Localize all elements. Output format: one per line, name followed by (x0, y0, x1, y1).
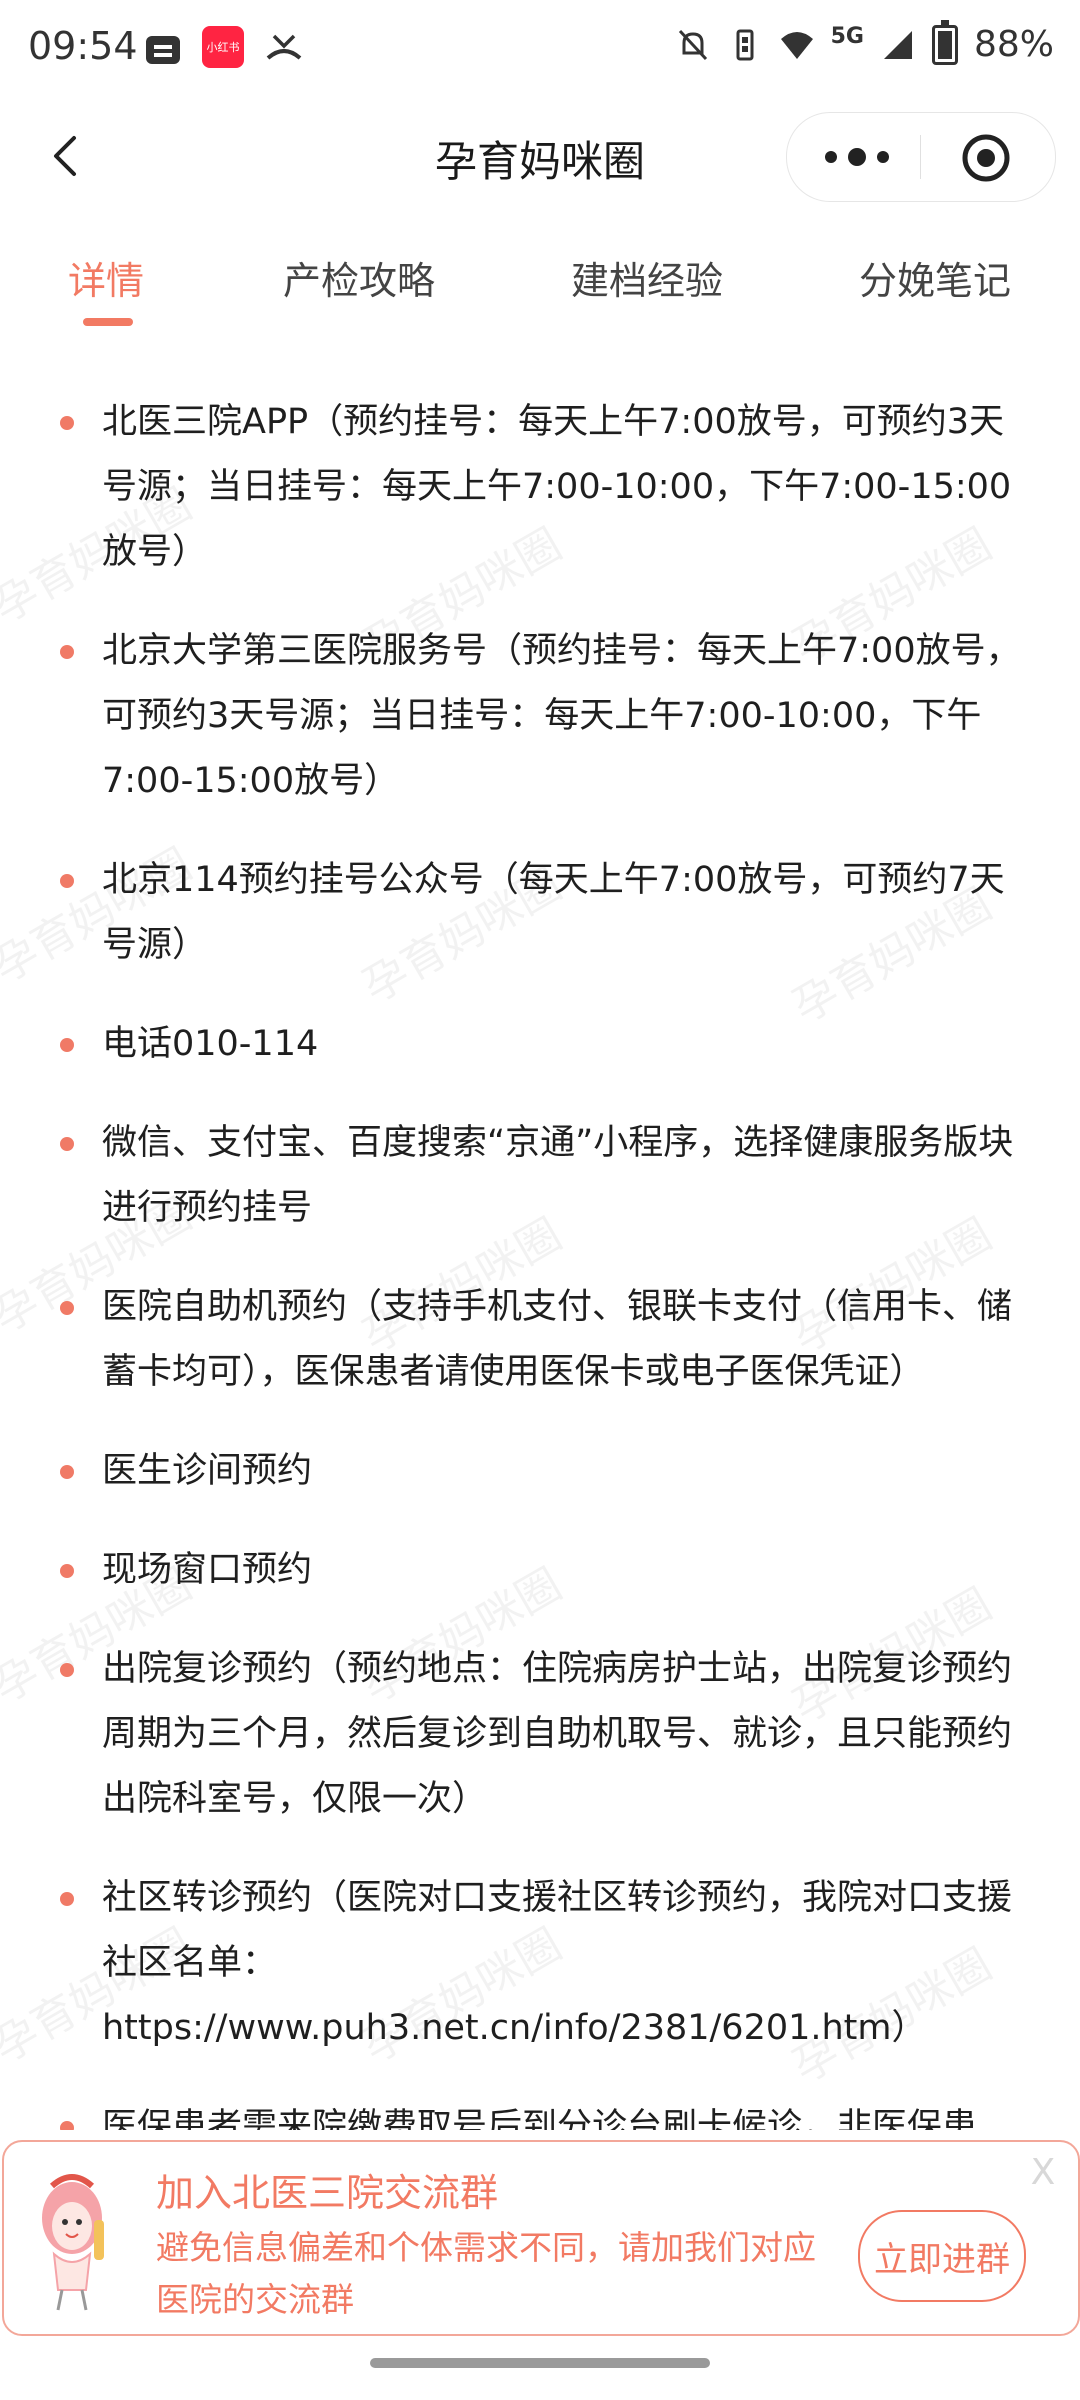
tab-bar: 详情 产检攻略 建档经验 分娩笔记 (0, 250, 1080, 330)
banner-description: 避免信息偏差和个体需求不同，请加我们对应医院的交流群 (156, 2228, 816, 2319)
xiaohongshu-app-icon: 小红书 (202, 26, 244, 68)
list-item: 电话010-114 (60, 1012, 1022, 1077)
message-notification-icon (146, 36, 180, 64)
join-group-banner: 加入北医三院交流群 避免信息偏差和个体需求不同，请加我们对应医院的交流群 立即进… (2, 2140, 1080, 2336)
list-item: 北京大学第三医院服务号（预约挂号：每天上午7:00放号，可预约3天号源；当日挂号… (60, 619, 1022, 814)
list-item: 医院自助机预约（支持手机支付、银联卡支付（信用卡、储蓄卡均可），医保患者请使用医… (60, 1275, 1022, 1405)
mini-program-navbar: 孕育妈咪圈 (0, 100, 1080, 210)
status-right-group: 5G 88% (675, 19, 1054, 65)
vibrate-icon (736, 29, 754, 60)
status-bar: 09:54 小红书 5G 88% (0, 0, 1080, 100)
battery-percent: 88% (973, 24, 1054, 65)
bell-muted-icon (678, 29, 707, 60)
appointment-methods-list: 北医三院APP（预约挂号：每天上午7:00放号，可预约3天号源；当日挂号：每天上… (0, 390, 1080, 2130)
mascot-icon (42, 2174, 104, 2311)
list-item: 出院复诊预约（预约地点：住院病房护士站，出院复诊预约周期为三个月，然后复诊到自助… (60, 1637, 1022, 1832)
capsule-divider (920, 135, 921, 179)
list-item: 微信、支付宝、百度搜索“京通”小程序，选择健康服务版块进行预约挂号 (60, 1111, 1022, 1241)
home-indicator[interactable] (370, 2358, 710, 2368)
list-item: 北医三院APP（预约挂号：每天上午7:00放号，可预约3天号源；当日挂号：每天上… (60, 390, 1022, 585)
mini-program-capsule (786, 112, 1056, 202)
tab-details[interactable]: 详情 (68, 250, 144, 305)
more-options-icon[interactable] (817, 133, 897, 181)
list-item: 现场窗口预约 (60, 1538, 1022, 1603)
signal-icon (883, 30, 912, 59)
list-item: 北京114预约挂号公众号（每天上午7:00放号，可预约7天号源） (60, 848, 1022, 978)
missed-call-icon (266, 34, 302, 60)
tab-registration-experience[interactable]: 建档经验 (571, 250, 723, 305)
network-type-label: 5G (830, 24, 864, 49)
list-item: 医生诊间预约 (60, 1439, 1022, 1504)
tab-delivery-notes[interactable]: 分娩笔记 (859, 250, 1011, 305)
list-item: 社区转诊预约（医院对口支援社区转诊预约，我院对口支援社区名单：https://w… (60, 1866, 1022, 2061)
close-mini-program-icon[interactable] (959, 131, 1013, 185)
banner-close-icon[interactable]: X (1024, 2154, 1062, 2192)
status-time: 09:54 (28, 24, 138, 68)
active-tab-indicator (83, 318, 133, 326)
list-item: 医保患者需来院缴费取号后到分诊台刷卡候诊，非医保患 (60, 2095, 1022, 2130)
join-group-button[interactable]: 立即进群 (858, 2210, 1026, 2302)
battery-icon (931, 19, 958, 65)
tab-prenatal-guide[interactable]: 产检攻略 (283, 250, 435, 305)
wifi-icon (780, 31, 813, 59)
banner-title: 加入北医三院交流群 (156, 2171, 499, 2215)
